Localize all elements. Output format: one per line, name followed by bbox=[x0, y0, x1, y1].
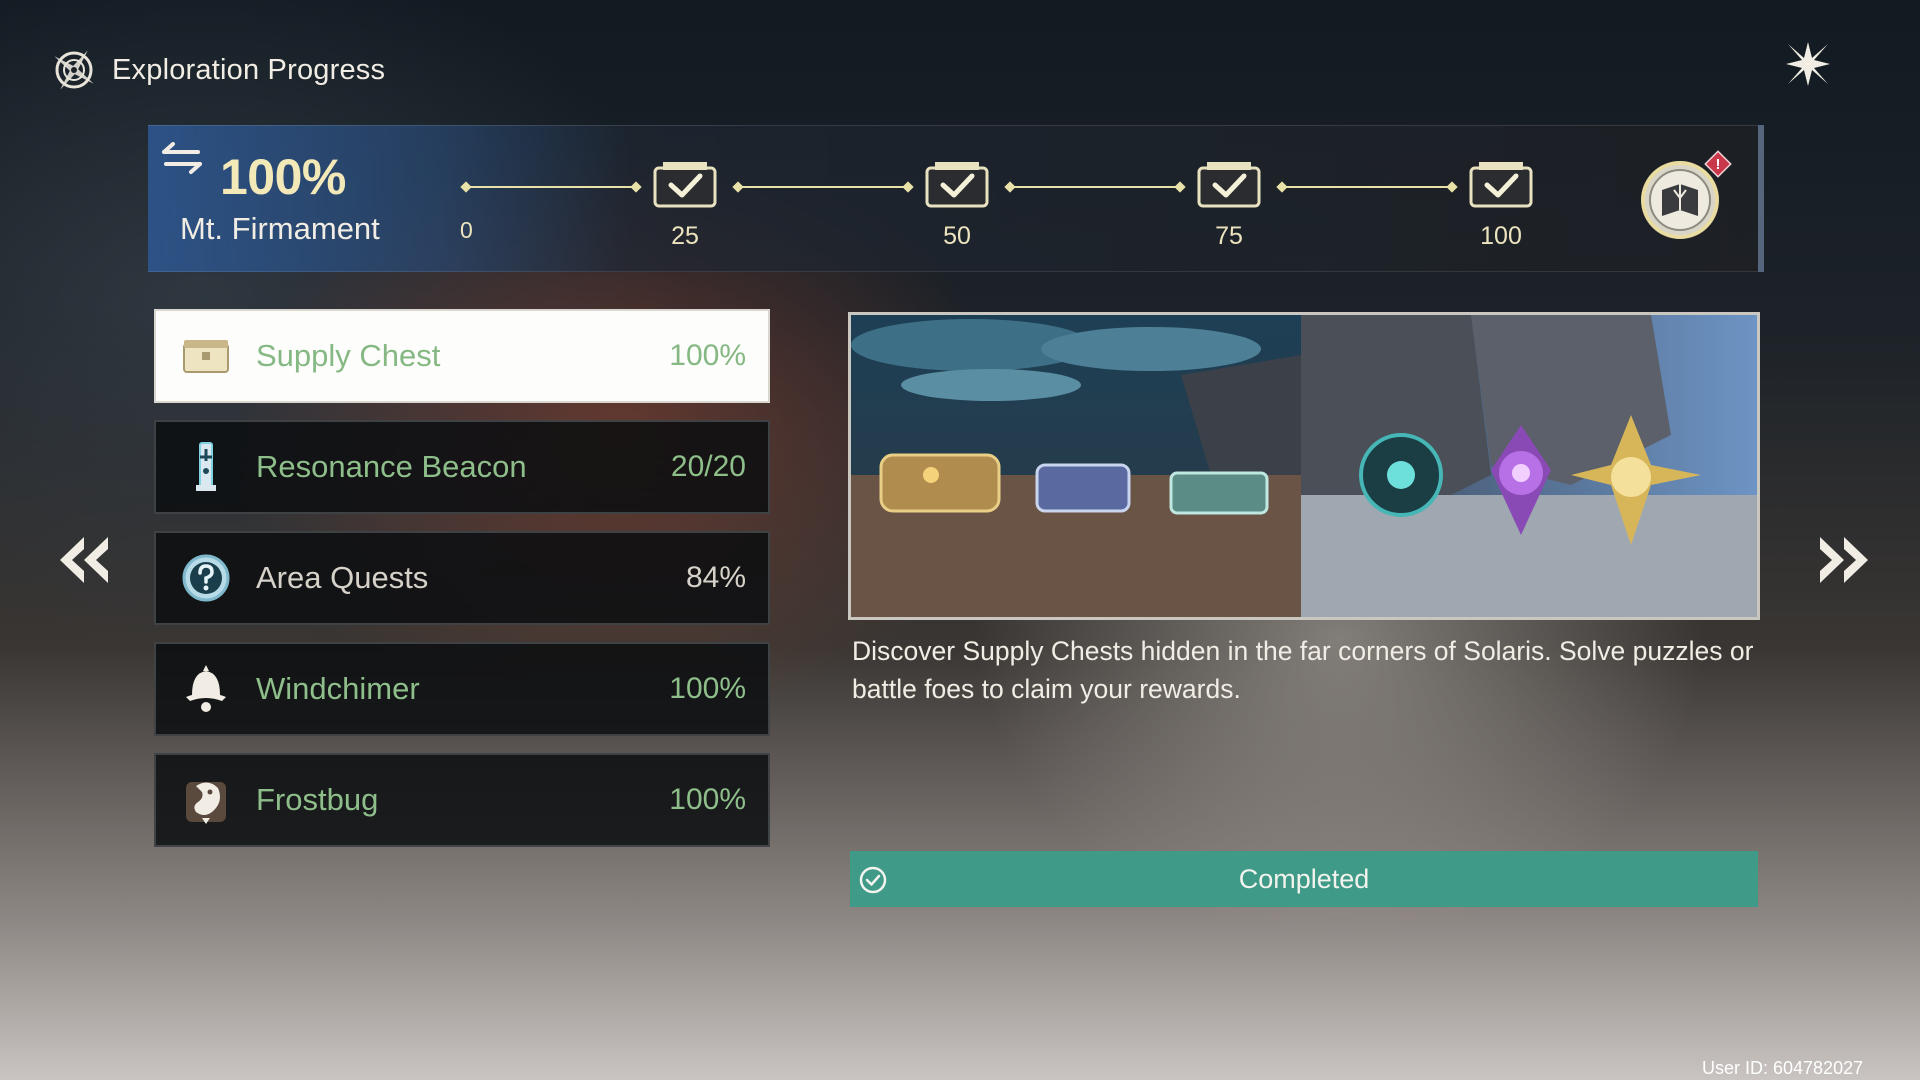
region-percent: 100% bbox=[220, 149, 346, 205]
compass-icon bbox=[54, 50, 94, 90]
chest-icon bbox=[183, 340, 229, 373]
next-region-icon[interactable] bbox=[1812, 525, 1876, 595]
close-icon[interactable] bbox=[1780, 36, 1836, 92]
milestone-chest-icon[interactable] bbox=[923, 160, 991, 210]
category-value: 100% bbox=[669, 672, 746, 705]
completed-label: Completed bbox=[1238, 863, 1370, 894]
region-name: Mt. Firmament bbox=[180, 211, 380, 246]
category-name: Frostbug bbox=[256, 782, 379, 817]
progress-track-segment bbox=[738, 186, 908, 188]
progress-track-segment bbox=[1010, 186, 1180, 188]
check-circle-icon bbox=[859, 866, 887, 894]
category-name: Supply Chest bbox=[256, 338, 441, 373]
swap-region-icon[interactable] bbox=[160, 140, 204, 176]
question-icon bbox=[182, 554, 230, 602]
milestone-label: 50 bbox=[943, 222, 971, 250]
svg-text:!: ! bbox=[1716, 156, 1721, 173]
category-frostbug[interactable]: Frostbug 100% bbox=[154, 753, 770, 847]
milestone-label: 75 bbox=[1215, 222, 1243, 250]
milestone-label: 100 bbox=[1480, 222, 1522, 250]
header: Exploration Progress bbox=[48, 40, 385, 100]
category-value: 100% bbox=[669, 339, 746, 372]
frostbug-icon bbox=[186, 782, 226, 824]
category-value: 20/20 bbox=[670, 450, 746, 483]
milestone-chest-icon[interactable] bbox=[1467, 160, 1535, 210]
preview-image bbox=[848, 312, 1760, 620]
completed-status-bar: Completed bbox=[850, 851, 1758, 907]
category-name: Area Quests bbox=[256, 560, 429, 595]
milestone-label: 25 bbox=[671, 222, 699, 250]
category-name: Windchimer bbox=[256, 671, 420, 706]
windchimer-icon bbox=[186, 665, 226, 712]
alert-badge-icon: ! bbox=[1704, 150, 1732, 178]
milestone-start-label: 0 bbox=[460, 217, 473, 243]
category-area-quests[interactable]: Area Quests 84% bbox=[154, 531, 770, 625]
progress-track-segment bbox=[1282, 186, 1452, 188]
progress-track-segment bbox=[466, 186, 636, 188]
page-title: Exploration Progress bbox=[112, 53, 386, 86]
category-name: Resonance Beacon bbox=[256, 449, 527, 484]
category-description: Discover Supply Chests hidden in the far… bbox=[852, 636, 1754, 704]
category-value: 100% bbox=[669, 783, 746, 816]
milestone-chest-icon[interactable] bbox=[651, 160, 719, 210]
milestone-chest-icon[interactable] bbox=[1195, 160, 1263, 210]
category-resonance-beacon[interactable]: Resonance Beacon 20/20 bbox=[154, 420, 770, 514]
category-windchimer[interactable]: Windchimer 100% bbox=[154, 642, 770, 736]
category-value: 84% bbox=[685, 561, 746, 594]
beacon-icon bbox=[196, 442, 216, 491]
category-supply-chest[interactable]: Supply Chest 100% bbox=[154, 309, 770, 403]
user-id: User ID: 604782027 bbox=[1702, 1058, 1864, 1078]
previous-region-icon[interactable] bbox=[52, 525, 116, 595]
